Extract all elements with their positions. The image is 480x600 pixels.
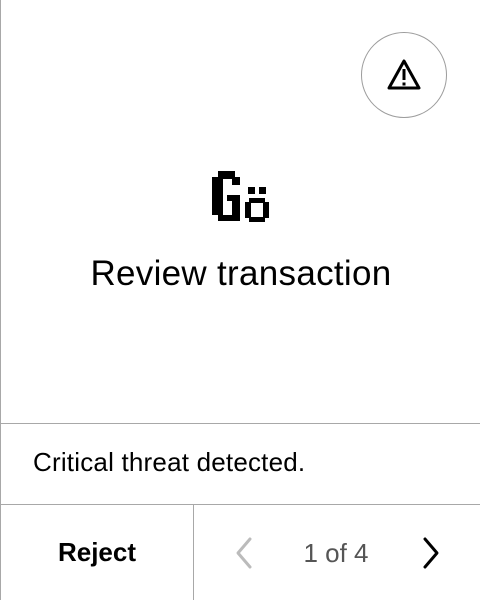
- threat-alert-message: Critical threat detected.: [33, 447, 306, 477]
- page-navigator: 1 of 4: [194, 505, 480, 600]
- reject-button[interactable]: Reject: [1, 505, 193, 600]
- next-page-button[interactable]: [413, 535, 449, 571]
- page-title: Review transaction: [90, 254, 392, 293]
- chevron-left-icon: [236, 537, 252, 569]
- chevron-right-icon: [423, 537, 439, 569]
- previous-page-button[interactable]: [226, 535, 262, 571]
- threat-warning-button[interactable]: [361, 32, 447, 118]
- action-footer: Reject 1 of 4: [1, 505, 480, 600]
- app-logo-icon: [208, 168, 272, 228]
- divider: [1, 423, 480, 424]
- transaction-review-screen: Review transaction Critical threat detec…: [0, 0, 480, 600]
- page-indicator: 1 of 4: [303, 538, 369, 568]
- warning-triangle-icon: [387, 59, 421, 90]
